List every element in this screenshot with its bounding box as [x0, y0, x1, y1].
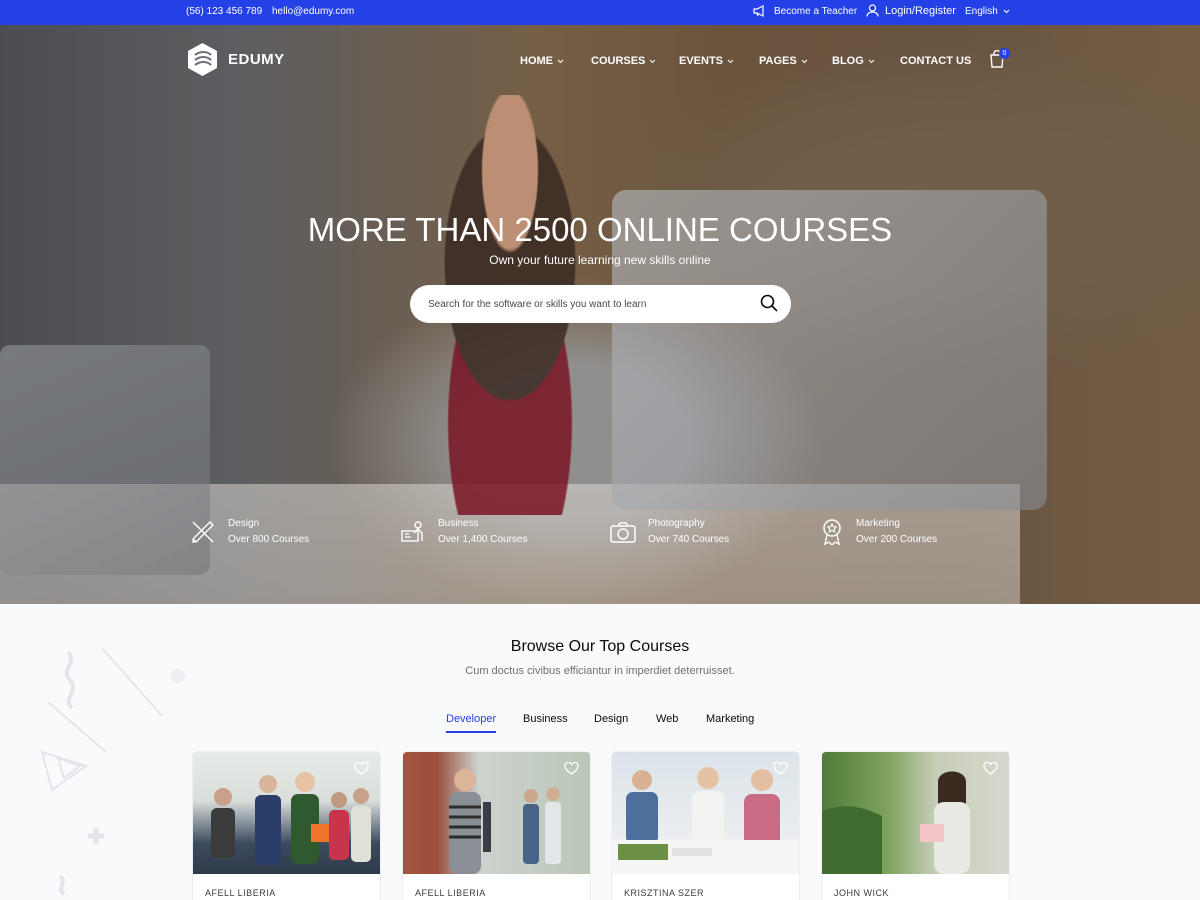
- nav-item-pages[interactable]: PAGES: [759, 55, 808, 67]
- heart-icon[interactable]: [983, 762, 998, 775]
- search-icon: [760, 294, 778, 312]
- nav-item-courses[interactable]: COURSES: [591, 55, 656, 67]
- nav-label: CONTACT US: [900, 55, 972, 67]
- nav-item-contact-us[interactable]: CONTACT US: [900, 55, 971, 67]
- phone-number[interactable]: (56) 123 456 789: [186, 6, 262, 17]
- category-name: Marketing: [856, 518, 900, 529]
- section-title: Browse Our Top Courses: [510, 638, 690, 655]
- become-teacher-label: Become a Teacher: [774, 5, 858, 17]
- category-count: Over 1,400 Courses: [438, 534, 528, 545]
- nav-item-blog[interactable]: BLOG: [832, 55, 875, 67]
- hero-subtitle: Own your future learning new skills onli…: [489, 253, 711, 267]
- login-register-label: Login/Register: [885, 4, 956, 17]
- tab-marketing[interactable]: Marketing: [706, 713, 754, 731]
- course-author: AFELL LIBERIA: [205, 888, 276, 898]
- nav-label: EVENTS: [679, 55, 724, 67]
- hero-background-laptop: [0, 345, 210, 575]
- chevron-down-icon: [557, 59, 564, 63]
- become-teacher-link[interactable]: Become a Teacher: [753, 5, 857, 17]
- award-icon: [823, 519, 841, 546]
- category-strip: Design Over 800 Courses Business Over 1,40…: [0, 491, 1200, 546]
- category-design[interactable]: Design Over 800 Courses: [190, 516, 309, 548]
- chevron-down-icon: [868, 59, 875, 63]
- category-name: Design: [228, 518, 260, 529]
- course-author: KRISZTINA SZER: [624, 888, 705, 898]
- cart-count-badge: 0: [999, 48, 1010, 59]
- section-subtitle: Cum doctus civibus efficiantur in imperd…: [465, 665, 735, 677]
- megaphone-icon: [753, 5, 764, 17]
- category-name: Photography: [648, 518, 705, 529]
- course-image[interactable]: [193, 752, 380, 874]
- people-illustration: [449, 769, 561, 874]
- tab-developer[interactable]: Developer: [446, 713, 497, 733]
- heart-icon[interactable]: [564, 762, 579, 775]
- main-nav: HOME COURSES EVENTS PAGES BLOG CONTACT U…: [0, 48, 1200, 69]
- course-card[interactable]: AFELL LIBERIA: [192, 751, 381, 900]
- chevron-down-icon: [1003, 9, 1010, 14]
- heart-icon[interactable]: [773, 762, 788, 775]
- nav-label: HOME: [520, 55, 553, 67]
- category-business[interactable]: Business Over 1,400 Courses: [400, 516, 528, 548]
- heart-icon[interactable]: [354, 762, 369, 775]
- people-illustration: [612, 767, 799, 874]
- course-card[interactable]: KRISZTINA SZER: [611, 751, 800, 900]
- language-select[interactable]: English: [965, 6, 1010, 17]
- nav-label: BLOG: [832, 55, 864, 67]
- chevron-down-icon: [727, 59, 734, 63]
- cart-button[interactable]: 0: [989, 48, 1010, 73]
- people-illustration: [211, 772, 371, 865]
- course-image[interactable]: [822, 752, 1009, 874]
- top-bar: (56) 123 456 789 hello@edumy.com Become …: [0, 0, 1200, 25]
- category-marketing[interactable]: Marketing Over 200 Courses: [820, 516, 937, 548]
- chevron-down-icon: [801, 59, 808, 63]
- email-address[interactable]: hello@edumy.com: [272, 6, 354, 17]
- language-label: English: [965, 6, 998, 17]
- chevron-down-icon: [650, 59, 656, 63]
- course-image[interactable]: [612, 752, 799, 874]
- tab-business[interactable]: Business: [523, 713, 568, 731]
- tab-web[interactable]: Web: [656, 713, 678, 731]
- course-author: JOHN WICK: [834, 888, 889, 898]
- category-photography[interactable]: Photography Over 740 Courses: [610, 516, 729, 548]
- camera-icon: [610, 522, 636, 543]
- nav-item-home[interactable]: HOME: [520, 55, 564, 67]
- nav-label: PAGES: [759, 55, 797, 67]
- category-count: Over 740 Courses: [648, 534, 730, 545]
- pencil-ruler-icon: [192, 521, 214, 543]
- hero-title: MORE THAN 2500 ONLINE COURSES: [307, 211, 893, 248]
- user-icon: [866, 4, 879, 17]
- decorative-shapes: [40, 647, 190, 896]
- category-name: Business: [438, 518, 479, 529]
- category-count: Over 800 Courses: [228, 534, 310, 545]
- people-illustration: [822, 771, 970, 874]
- hero-search-box: [410, 285, 791, 323]
- search-input[interactable]: [428, 295, 748, 313]
- category-count: Over 200 Courses: [856, 534, 938, 545]
- course-card[interactable]: AFELL LIBERIA: [402, 751, 591, 900]
- nav-label: COURSES: [591, 55, 646, 67]
- course-image[interactable]: [403, 752, 590, 874]
- tab-design[interactable]: Design: [594, 713, 628, 731]
- course-card[interactable]: JOHN WICK: [821, 751, 1010, 900]
- course-author: AFELL LIBERIA: [415, 888, 486, 898]
- nav-item-events[interactable]: EVENTS: [679, 55, 734, 67]
- presentation-icon: [401, 521, 423, 542]
- login-register-link[interactable]: Login/Register: [866, 4, 956, 17]
- search-button[interactable]: [760, 294, 780, 314]
